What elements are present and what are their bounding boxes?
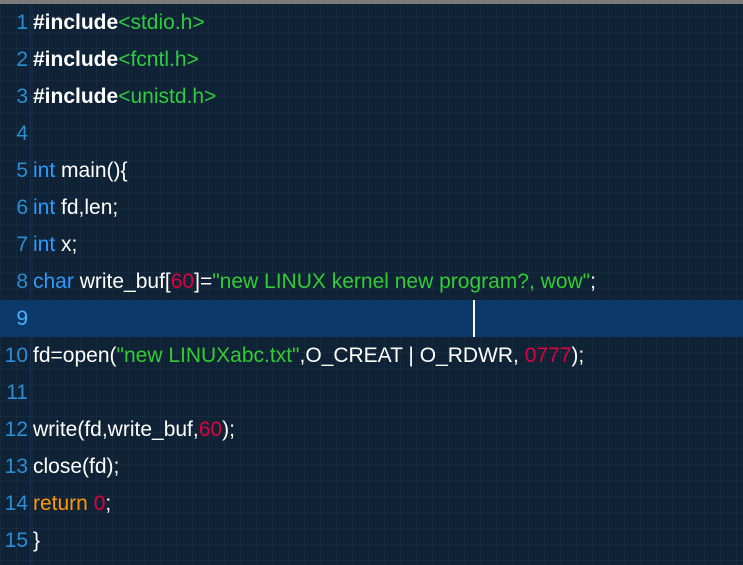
code-line-2[interactable]: 2 #include <fcntl.h> xyxy=(0,41,743,78)
code-text: fd=open( xyxy=(33,343,117,367)
line-number: 4 xyxy=(16,121,28,145)
code-text: ); xyxy=(222,417,235,441)
line-number: 11 xyxy=(6,380,28,404)
code-text: write(fd,write_buf, xyxy=(33,417,199,441)
code-text: ; xyxy=(590,269,596,293)
code-line-10[interactable]: 10 fd=open("new LINUXabc.txt" ,O_CREAT | … xyxy=(0,337,743,374)
code-line-4[interactable]: 4 xyxy=(0,115,743,152)
text-cursor xyxy=(473,300,475,337)
code-editor[interactable]: 1 #include <stdio.h> 2 #include <fcntl.h> … xyxy=(0,0,743,565)
code-text: write_buf[ xyxy=(73,269,171,293)
code-line-12[interactable]: 12 write(fd,write_buf, 60); xyxy=(0,411,743,448)
preprocessor-directive: #include xyxy=(33,10,119,34)
line-number: 8 xyxy=(16,269,28,293)
string-literal: "new LINUXabc.txt" xyxy=(116,343,300,367)
preprocessor-directive: #include xyxy=(33,47,119,71)
line-number: 13 xyxy=(4,454,28,478)
code-line-15[interactable]: 15 } xyxy=(0,522,743,559)
code-line-5[interactable]: 5 int main(){ xyxy=(0,152,743,189)
line-number: 10 xyxy=(4,343,28,367)
code-line-14[interactable]: 14 return 0; xyxy=(0,485,743,522)
header-name: <stdio.h> xyxy=(118,10,205,34)
code-line-13[interactable]: 13 close(fd); xyxy=(0,448,743,485)
number-literal: 0 xyxy=(93,491,106,515)
line-number: 12 xyxy=(4,417,28,441)
line-number: 9 xyxy=(16,306,28,330)
code-line-7[interactable]: 7 int x; xyxy=(0,226,743,263)
preprocessor-directive: #include xyxy=(33,84,119,108)
code-text: ]= xyxy=(194,269,213,293)
type-keyword: int xyxy=(33,232,56,256)
code-text: ); xyxy=(571,343,585,367)
header-name: <unistd.h> xyxy=(118,84,217,108)
line-number: 15 xyxy=(4,528,28,552)
code-line-11[interactable]: 11 xyxy=(0,374,743,411)
code-text: ; xyxy=(105,491,112,515)
type-keyword: char xyxy=(33,269,74,293)
line-number: 5 xyxy=(16,158,28,182)
code-line-9-current[interactable]: 9 xyxy=(0,300,743,337)
number-literal: 60 xyxy=(170,269,195,293)
return-keyword: return xyxy=(33,491,88,515)
number-literal: 0777 xyxy=(524,343,572,367)
code-text: } xyxy=(33,528,41,552)
line-number: 2 xyxy=(16,47,28,71)
code-line-1[interactable]: 1 #include <stdio.h> xyxy=(0,4,743,41)
code-line-8[interactable]: 8 char write_buf[60]= "new LINUX kernel n… xyxy=(0,263,743,300)
code-text: fd,len; xyxy=(55,195,119,219)
string-literal: "new LINUX kernel new program?, wow" xyxy=(212,269,591,293)
line-number: 7 xyxy=(16,232,28,256)
line-number: 1 xyxy=(16,10,28,34)
number-literal: 60 xyxy=(198,417,223,441)
code-text: x; xyxy=(55,232,78,256)
line-number: 3 xyxy=(16,84,28,108)
code-text: close(fd); xyxy=(33,454,120,478)
code-text: ,O_CREAT | O_RDWR, xyxy=(299,343,525,367)
line-number: 6 xyxy=(16,195,28,219)
line-number: 14 xyxy=(4,491,28,515)
code-text: main(){ xyxy=(55,158,128,182)
type-keyword: int xyxy=(33,158,56,182)
code-line-6[interactable]: 6 int fd,len; xyxy=(0,189,743,226)
code-line-3[interactable]: 3 #include <unistd.h> xyxy=(0,78,743,115)
type-keyword: int xyxy=(33,195,56,219)
header-name: <fcntl.h> xyxy=(118,47,199,71)
